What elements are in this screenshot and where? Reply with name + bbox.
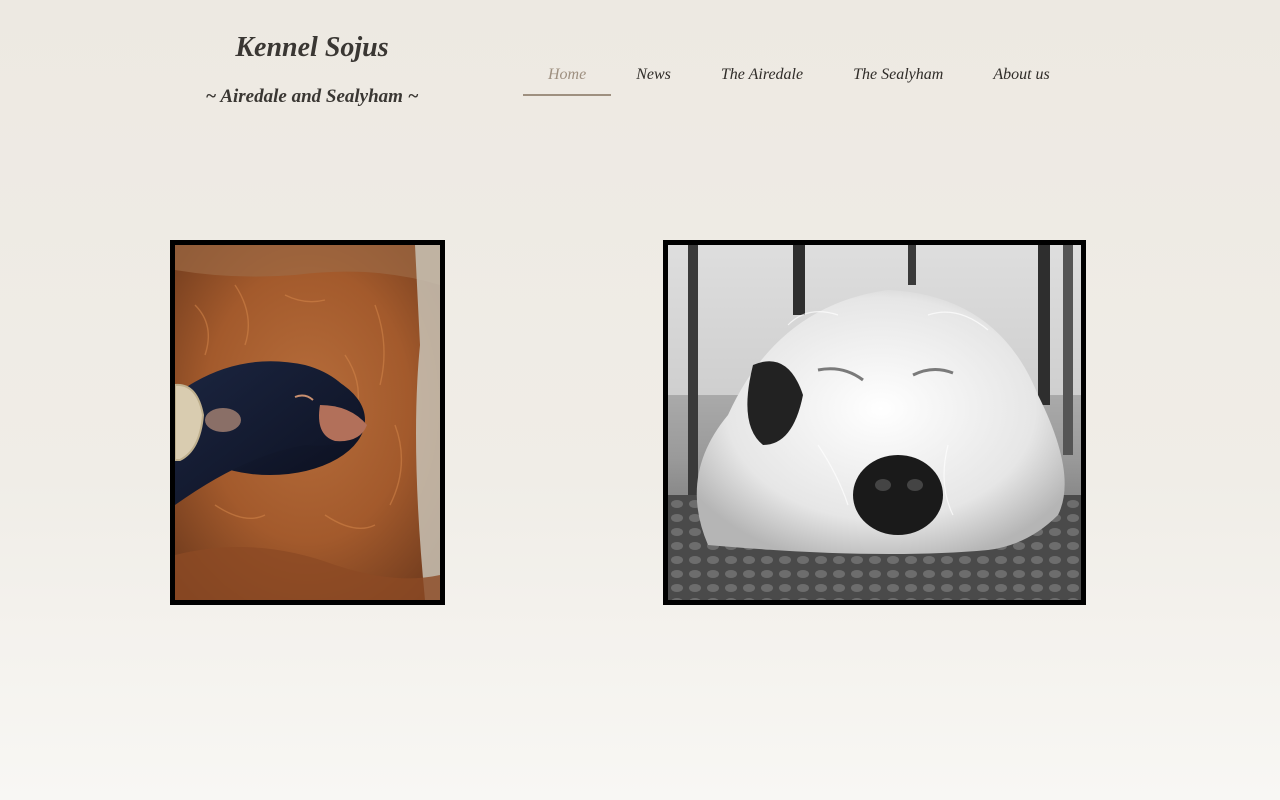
site-subtitle: ~ Airedale and Sealyham ~: [205, 86, 419, 107]
sealyham-puppy-image: [668, 245, 1081, 600]
nav-item-about-us[interactable]: About us: [968, 56, 1074, 94]
nav-item-news[interactable]: News: [611, 56, 696, 94]
airedale-puppy-photo[interactable]: [170, 240, 445, 605]
sealyham-puppy-photo[interactable]: [663, 240, 1086, 605]
nav-item-airedale[interactable]: The Airedale: [696, 56, 828, 94]
site-title[interactable]: Kennel Sojus: [170, 30, 454, 66]
nav-item-home[interactable]: Home: [523, 56, 612, 96]
main-nav: Home News The Airedale The Sealyham Abou…: [523, 56, 1075, 96]
airedale-puppy-image: [175, 245, 440, 600]
nav-item-sealyham[interactable]: The Sealyham: [828, 56, 968, 94]
